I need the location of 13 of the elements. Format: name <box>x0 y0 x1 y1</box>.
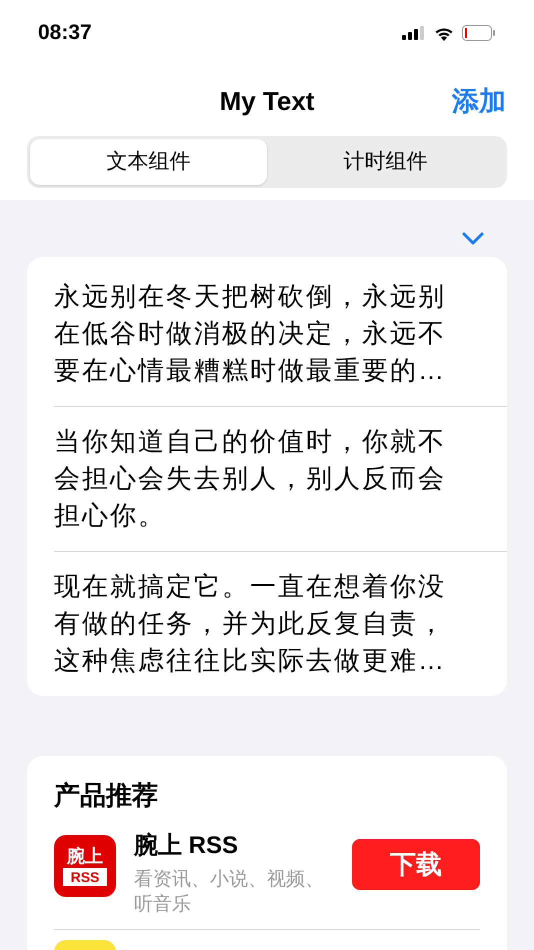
add-button[interactable]: 添加 <box>452 80 506 122</box>
text-item[interactable]: 当你知道自己的价值时，你就不会担心会失去别人，别人反而会担心你。 <box>54 423 466 534</box>
app-icon: 腕上 RSS <box>54 835 116 897</box>
app-name: 腕上 RSS <box>134 831 240 861</box>
status-time: 08:37 <box>38 20 92 46</box>
text-item[interactable]: 现在就搞定它。一直在想着你没有做的任务，并为此反复自责，这种焦虑往往比实际去做更难… <box>54 568 466 679</box>
text-item[interactable]: 永远别在冬天把树砍倒，永远别在低谷时做消极的决定，永远不要在心情最糟糕时做最重要的… <box>54 278 466 389</box>
segment-tab[interactable]: 文本组件 <box>30 139 267 185</box>
app-description: 看资讯、小说、视频、听音乐 <box>134 868 324 917</box>
section-title: 产品推荐 <box>54 779 159 812</box>
download-button[interactable]: 下载 <box>352 839 480 890</box>
page-title: My Text <box>220 84 314 118</box>
segment-tab[interactable]: 计时组件 <box>267 139 504 185</box>
